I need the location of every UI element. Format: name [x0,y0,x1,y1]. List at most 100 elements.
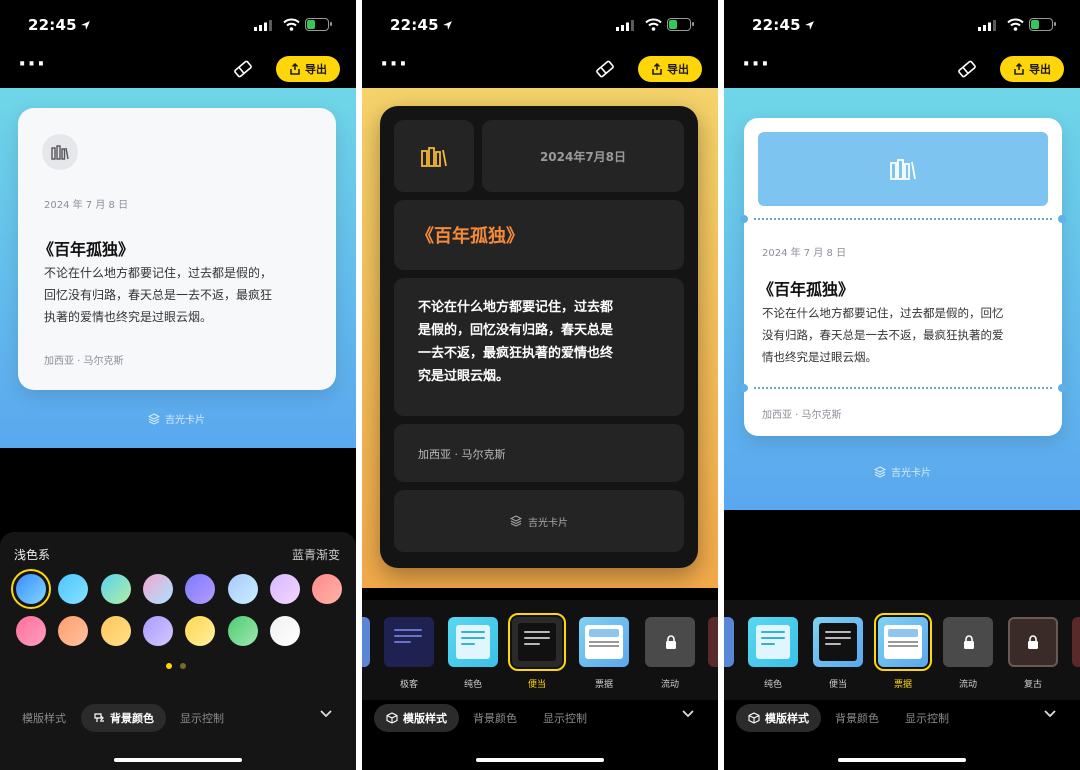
color-swatch[interactable] [142,616,173,646]
more-options-icon[interactable]: ··· [742,54,770,76]
phone-screen-ticket-template: 22:45 ··· 导出 2024 年 7 月 8 日 《百年孤独》 不论在什么… [724,0,1080,770]
bottom-tab-bar: 模版样式 背景颜色 显示控制 [362,702,718,734]
tab-display-control[interactable]: 显示控制 [168,704,236,732]
ticket-header-banner [758,132,1048,206]
eraser-icon[interactable] [594,58,616,80]
signal-icon [254,20,272,31]
share-icon [290,63,300,75]
template-label-solid: 纯色 [763,680,782,690]
books-icon [421,147,447,167]
ticket-card[interactable]: 2024 年 7 月 8 日 《百年孤独》 不论在什么地方都要记住，过去都是假的… [740,118,1066,436]
brand-watermark: 吉光卡片 [874,464,931,479]
template-thumb-retro[interactable] [1008,617,1058,667]
more-options-icon[interactable]: ··· [18,54,46,76]
color-swatch[interactable] [142,574,173,604]
palette-category[interactable]: 浅色系 [14,546,50,563]
quote-line: 执著的爱情也终究是过眼云烟。 [44,310,213,324]
quote-card[interactable]: 2024 年 7 月 8 日 《百年孤独》 不论在什么地方都要记住，过去都是假的… [18,108,336,390]
tab-display-control[interactable]: 显示控制 [531,704,599,732]
template-thumb-ticket[interactable] [874,613,932,671]
template-thumb-partial[interactable] [1072,617,1080,667]
color-swatch[interactable] [227,574,258,604]
template-thumb-bento[interactable] [813,617,863,667]
color-swatch[interactable] [100,574,131,604]
tab-template-style[interactable]: 模版样式 [736,704,821,732]
perforation-divider [754,218,1052,220]
color-swatch[interactable] [58,616,89,646]
share-icon [1014,63,1024,75]
books-icon [51,145,69,160]
color-swatch[interactable] [269,616,300,646]
tab-display-control[interactable]: 显示控制 [893,704,961,732]
signal-icon [616,20,634,31]
export-button[interactable]: 导出 [1000,56,1064,82]
template-thumb-partial[interactable] [708,617,718,667]
tab-template-style[interactable]: 模版样式 [10,704,78,732]
tab-template-style[interactable]: 模版样式 [374,704,459,732]
bento-quote-cell: 不论在什么地方都要记住，过去都 是假的，回忆没有归路，春天总是 一去不返，最疯狂… [394,278,684,416]
tab-label: 背景颜色 [835,712,879,725]
wifi-icon [1007,18,1024,31]
template-thumb-bento[interactable] [508,613,566,671]
location-arrow-icon [80,21,90,30]
color-swatch[interactable] [11,569,51,609]
template-thumb-flow[interactable] [943,617,993,667]
card-quote: 不论在什么地方都要记住，过去都是假的，回忆 没有归路，春天总是一去不返，最疯狂执… [762,302,1004,368]
export-button[interactable]: 导出 [638,56,702,82]
tab-label: 显示控制 [180,712,224,725]
chevron-down-icon[interactable] [682,710,694,718]
quote-line: 没有归路，春天总是一去不返，最疯狂执著的爱 [762,328,1004,342]
tab-label: 背景颜色 [110,712,154,725]
eraser-icon[interactable] [232,58,254,80]
template-label-solid: 纯色 [463,680,482,690]
color-swatch[interactable] [312,574,343,604]
location-arrow-icon [442,21,452,30]
quote-line: 一去不返，最疯狂执著的爱情也终 [418,346,614,361]
card-date: 2024 年 7 月 8 日 [44,200,129,211]
template-thumb-partial[interactable] [362,617,370,667]
template-thumb-solid[interactable] [448,617,498,667]
location-arrow-icon [804,21,814,30]
export-button[interactable]: 导出 [276,56,340,82]
template-thumb-partial[interactable] [724,617,734,667]
tab-label: 背景颜色 [473,712,517,725]
lock-icon [1028,635,1038,649]
color-swatch[interactable] [269,574,300,604]
top-toolbar: ··· 导出 [0,52,356,88]
color-swatch[interactable] [16,616,46,646]
more-options-icon[interactable]: ··· [380,54,408,76]
phone-screen-bento-template: 22:45 ··· 导出 2024年7月8日 《百年孤独》 不论在什么地方都要记… [362,0,718,770]
color-swatch[interactable] [227,616,258,646]
time-text: 22:45 [28,16,77,34]
color-swatch[interactable] [185,616,216,646]
template-thumb-geek[interactable] [384,617,434,667]
bento-icon-cell [394,120,474,192]
color-swatch[interactable] [100,616,131,646]
perforation-divider [754,387,1052,389]
tab-label: 模版样式 [765,712,809,725]
color-swatch[interactable] [185,574,216,604]
chevron-down-icon[interactable] [1044,710,1056,718]
eraser-icon[interactable] [956,58,978,80]
color-swatch[interactable] [58,574,89,604]
chevron-down-icon[interactable] [320,710,332,718]
tab-background-color[interactable]: 背景颜色 [823,704,891,732]
template-thumb-solid[interactable] [748,617,798,667]
template-label-flow: 流动 [958,680,977,690]
tab-background-color[interactable]: 背景颜色 [461,704,529,732]
template-thumb-flow[interactable] [645,617,695,667]
ticket-notch [740,384,748,392]
bento-card[interactable]: 2024年7月8日 《百年孤独》 不论在什么地方都要记住，过去都 是假的，回忆没… [380,106,698,568]
page-dot [180,663,186,669]
template-label-geek: 极客 [399,680,418,690]
bento-brand-cell: 吉光卡片 [394,490,684,552]
bottom-tab-bar: 模版样式 背景颜色 显示控制 [724,702,1080,734]
card-title: 《百年孤独》 [758,280,855,299]
card-author: 加西亚 · 马尔克斯 [418,448,506,461]
template-thumb-ticket[interactable] [579,617,629,667]
quote-line: 是假的，回忆没有归路，春天总是 [418,323,614,338]
bento-title-cell: 《百年孤独》 [394,200,684,270]
tab-background-color[interactable]: 背景颜色 [81,704,166,732]
card-title: 《百年孤独》 [38,240,135,259]
tab-label: 模版样式 [403,712,447,725]
